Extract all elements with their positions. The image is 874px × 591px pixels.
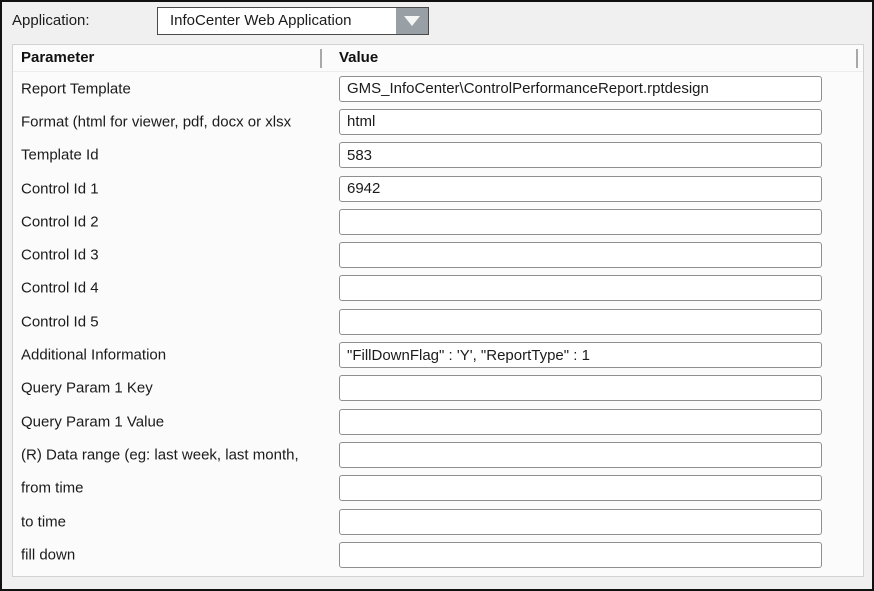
- table-row: Control Id 5: [13, 305, 863, 338]
- parameter-table-header: Parameter Value: [13, 45, 863, 72]
- column-separator: [320, 49, 322, 68]
- table-row: to time: [13, 505, 863, 538]
- parameter-value-input[interactable]: [339, 142, 822, 168]
- table-row: Control Id 3: [13, 238, 863, 271]
- application-dropdown[interactable]: InfoCenter Web Application: [157, 7, 429, 35]
- table-row: from time: [13, 472, 863, 505]
- parameter-value-input[interactable]: [339, 209, 822, 235]
- parameter-value-input[interactable]: [339, 309, 822, 335]
- parameter-name-label: Control Id 4: [21, 280, 99, 297]
- table-row: Report Template: [13, 72, 863, 105]
- column-separator: [856, 49, 858, 68]
- parameter-name-label: fill down: [21, 546, 75, 563]
- application-dropdown-button[interactable]: [396, 8, 428, 34]
- parameter-name-label: Query Param 1 Key: [21, 380, 153, 397]
- parameter-name-label: (R) Data range (eg: last week, last mont…: [21, 446, 299, 463]
- parameter-table: Parameter Value Report Template Format (h…: [12, 44, 864, 577]
- parameter-value-input[interactable]: [339, 509, 822, 535]
- parameter-name-label: from time: [21, 480, 84, 497]
- parameter-value-input[interactable]: [339, 475, 822, 501]
- parameter-value-input[interactable]: [339, 176, 822, 202]
- parameter-name-label: Control Id 1: [21, 180, 99, 197]
- table-row: fill down: [13, 538, 863, 571]
- table-row: Template Id: [13, 139, 863, 172]
- table-row: Additional Information: [13, 338, 863, 371]
- parameter-value-input[interactable]: [339, 109, 822, 135]
- column-header-value: Value: [339, 45, 378, 71]
- parameter-rows: Report Template Format (html for viewer, …: [13, 72, 863, 571]
- column-header-parameter: Parameter: [21, 45, 94, 71]
- parameter-name-label: Query Param 1 Value: [21, 413, 164, 430]
- table-row: Query Param 1 Value: [13, 405, 863, 438]
- parameter-name-label: Template Id: [21, 147, 99, 164]
- table-row: (R) Data range (eg: last week, last mont…: [13, 438, 863, 471]
- parameter-name-label: Control Id 3: [21, 247, 99, 264]
- parameter-value-input[interactable]: [339, 542, 822, 568]
- application-selector-bar: Application: InfoCenter Web Application: [2, 2, 872, 42]
- parameter-name-label: Report Template: [21, 80, 131, 97]
- parameter-value-input[interactable]: [339, 275, 822, 301]
- table-row: Query Param 1 Key: [13, 372, 863, 405]
- table-row: Format (html for viewer, pdf, docx or xl…: [13, 105, 863, 138]
- parameter-value-input[interactable]: [339, 409, 822, 435]
- parameter-value-input[interactable]: [339, 442, 822, 468]
- application-parameters-window: Application: InfoCenter Web Application …: [0, 0, 874, 591]
- parameter-name-label: to time: [21, 513, 66, 530]
- parameter-value-input[interactable]: [339, 76, 822, 102]
- table-row: Control Id 2: [13, 205, 863, 238]
- parameter-name-label: Additional Information: [21, 347, 166, 364]
- table-row: Control Id 4: [13, 272, 863, 305]
- table-row: Control Id 1: [13, 172, 863, 205]
- parameter-value-input[interactable]: [339, 242, 822, 268]
- chevron-down-icon: [404, 16, 420, 26]
- parameter-name-label: Format (html for viewer, pdf, docx or xl…: [21, 113, 291, 130]
- application-dropdown-selected-value: InfoCenter Web Application: [158, 8, 396, 34]
- application-label: Application:: [12, 12, 90, 29]
- parameter-name-label: Control Id 2: [21, 213, 99, 230]
- parameter-name-label: Control Id 5: [21, 313, 99, 330]
- parameter-value-input[interactable]: [339, 375, 822, 401]
- parameter-value-input[interactable]: [339, 342, 822, 368]
